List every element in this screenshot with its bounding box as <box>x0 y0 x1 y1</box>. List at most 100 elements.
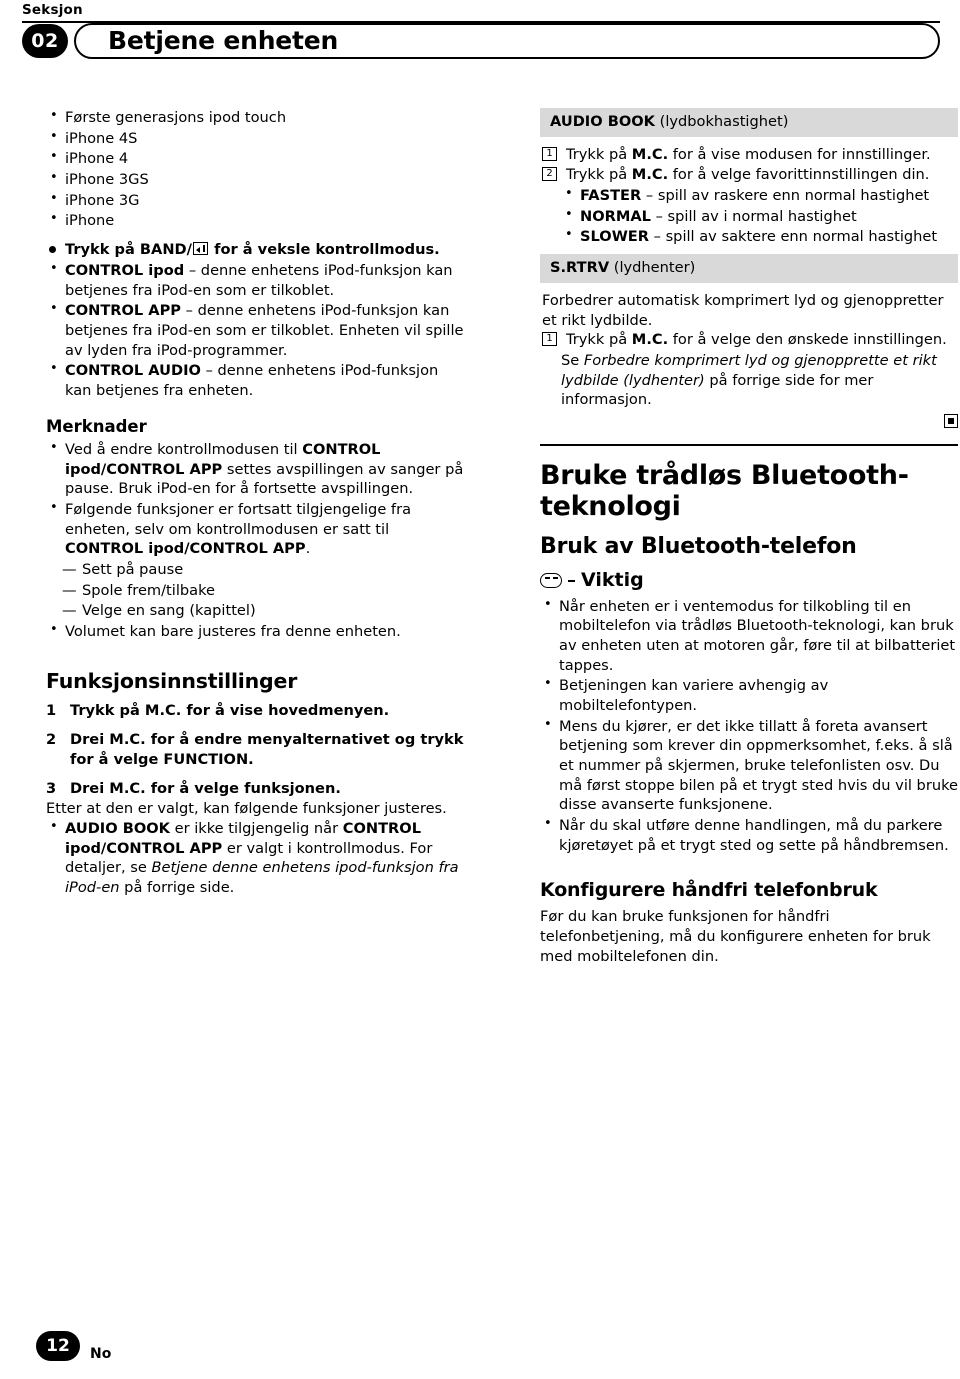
list-item: Betjeningen kan variere avhengig av mobi… <box>540 675 958 715</box>
srtrv-name: S.RTRV <box>550 259 610 277</box>
device-list: Første generasjons ipod touch iPhone 4S … <box>46 107 466 231</box>
page-footer: 12 No <box>0 1309 960 1379</box>
notes-list: Ved å endre kontrollmodusen til CONTROL … <box>46 439 466 559</box>
list-item: CONTROL APP – denne enhetens iPod-funksj… <box>46 300 466 360</box>
step-text-part: for å vise modusen for innstillinger. <box>668 145 931 163</box>
dash-item: Velge en sang (kapittel) <box>46 601 466 621</box>
band-instruction: Trykk på BAND/ for å veksle kontrollmodu… <box>46 240 466 260</box>
config-text: Før du kan bruke funksjonen for håndfri … <box>540 908 931 965</box>
audio-book-step: 2 Trykk på M.C. for å velge favorittinns… <box>542 165 956 185</box>
chapter-number-badge: 02 <box>22 24 68 58</box>
audio-book-name: AUDIO BOOK <box>550 113 655 130</box>
note-part: på forrige side. <box>119 878 235 896</box>
function-settings-heading: Funksjonsinnstillinger <box>46 668 298 693</box>
audio-book-header: AUDIO BOOK (lydbokhastighet) <box>540 108 958 137</box>
viktig-list: Når enheten er i ventemodus for tilkobli… <box>540 596 958 856</box>
srtrv-see-also: Se Forbedre komprimert lyd og gjenoppret… <box>542 351 956 410</box>
list-item: AUDIO BOOK er ikke tilgjengelig når CONT… <box>46 818 466 898</box>
step-item: 2 Drei M.C. for å endre menyalternativet… <box>46 730 466 769</box>
list-item: FASTER – spill av raskere enn normal has… <box>561 185 956 206</box>
list-item: Når enheten er i ventemodus for tilkobli… <box>540 596 958 676</box>
bluetooth-subtitle: Bruk av Bluetooth-telefon <box>540 534 857 560</box>
see-also-part: Se <box>561 351 584 369</box>
option-text: – spill av saktere enn normal hastighet <box>649 228 938 246</box>
step-text-part: for å velge den ønskede innstillingen. <box>668 331 947 349</box>
step-text-part: for å velge favorittinnstillingen din. <box>668 166 930 184</box>
step-number: 3 <box>46 779 57 797</box>
band-instruction-post: for å veksle kontrollmodus. <box>209 241 440 259</box>
list-item: iPhone <box>46 210 466 231</box>
list-item: iPhone 4S <box>46 128 466 149</box>
option-text: – spill av i normal hastighet <box>650 207 857 225</box>
list-item: iPhone 4 <box>46 148 466 169</box>
step-text-part: Trykk på <box>566 331 632 349</box>
viktig-dash-icon <box>568 579 575 582</box>
list-item: CONTROL AUDIO – denne enhetens iPod-funk… <box>46 360 466 400</box>
control-mode-name: CONTROL APP <box>65 302 181 320</box>
step-number: 1 <box>46 702 57 720</box>
step-text: Drei M.C. for å endre menyalternativet o… <box>70 731 464 768</box>
note-part-bold: AUDIO BOOK <box>65 819 170 837</box>
list-item: Når du skal utføre denne handlingen, må … <box>540 815 958 855</box>
option-name: FASTER <box>580 187 642 205</box>
control-mode-list: CONTROL ipod – denne enhetens iPod-funks… <box>46 260 466 401</box>
note-text-part-bold: CONTROL ipod/CONTROL APP <box>65 540 306 558</box>
option-name: NORMAL <box>580 207 651 225</box>
audio-book-body: 1 Trykk på M.C. for å vise modusen for i… <box>540 145 958 247</box>
list-item: Ved å endre kontrollmodusen til CONTROL … <box>46 439 466 499</box>
note-part: er ikke tilgjengelig når <box>169 819 343 837</box>
step-item: 3 Drei M.C. for å velge funksjonen. <box>46 779 466 799</box>
note-text-part: Ved å endre kontrollmodusen til <box>65 440 303 458</box>
notes-heading: Merknader <box>46 416 147 436</box>
list-item: CONTROL ipod – denne enhetens iPod-funks… <box>46 260 466 300</box>
section-end-marker-icon <box>944 413 958 428</box>
list-item: Første generasjons ipod touch <box>46 107 466 128</box>
note-text-part: . <box>305 540 311 558</box>
notes-list-last: Volumet kan bare justeres fra denne enhe… <box>46 621 466 642</box>
dash-item: Spole frem/tilbake <box>46 581 466 601</box>
step-text: Trykk på M.C. for å vise hovedmenyen. <box>70 702 390 720</box>
band-instruction-pre: Trykk på BAND/ <box>65 241 193 259</box>
srtrv-desc: (lydhenter) <box>609 259 696 277</box>
viktig-label: Viktig <box>581 568 644 591</box>
bluetooth-title: Bruke trådløs Bluetooth-teknologi <box>540 459 909 522</box>
list-item: NORMAL – spill av i normal hastighet <box>561 206 956 227</box>
dash-item: Sett på pause <box>46 560 466 580</box>
step-marker: 1 <box>542 332 557 347</box>
list-item: Følgende funksjoner er fortsatt tilgjeng… <box>46 499 466 559</box>
step-number: 2 <box>46 731 57 749</box>
band-eject-icon <box>193 242 209 256</box>
step-text: Drei M.C. for å velge funksjonen. <box>70 779 341 797</box>
audio-book-step: 1 Trykk på M.C. for å vise modusen for i… <box>542 145 956 165</box>
srtrv-intro: Forbedrer automatisk komprimert lyd og g… <box>542 291 944 329</box>
option-text: – spill av raskere enn normal hastighet <box>641 187 930 205</box>
note-text-part: Følgende funksjoner er fortsatt tilgjeng… <box>65 500 412 538</box>
after-steps-text: Etter at den er valgt, kan følgende funk… <box>46 800 447 818</box>
section-end-row <box>540 413 958 434</box>
list-item: Mens du kjører, er det ikke tillatt å fo… <box>540 716 958 815</box>
list-item: iPhone 3G <box>46 190 466 211</box>
audio-book-options: FASTER – spill av raskere enn normal has… <box>542 185 956 247</box>
page-header: Seksjon 02 Betjene enheten <box>0 0 960 80</box>
control-mode-name: CONTROL AUDIO <box>65 362 201 380</box>
viktig-row: Viktig <box>540 568 958 594</box>
step-text-part: Trykk på <box>566 145 632 163</box>
step-text-bold: M.C. <box>631 331 669 349</box>
manual-page: Seksjon 02 Betjene enheten Første genera… <box>0 0 960 1379</box>
footer-language-code: No <box>90 1346 112 1362</box>
section-label: Seksjon <box>22 2 83 18</box>
important-icon <box>540 573 562 589</box>
step-marker: 1 <box>542 146 557 161</box>
list-item: Volumet kan bare justeres fra denne enhe… <box>46 621 466 642</box>
left-column: Første generasjons ipod touch iPhone 4S … <box>46 107 466 899</box>
srtrv-step: 1 Trykk på M.C. for å velge den ønskede … <box>542 330 956 350</box>
band-instruction-list: Trykk på BAND/ for å veksle kontrollmodu… <box>46 240 466 260</box>
srtrv-body: Forbedrer automatisk komprimert lyd og g… <box>540 291 958 410</box>
right-column: AUDIO BOOK (lydbokhastighet) 1 Trykk på … <box>540 108 958 966</box>
chapter-title: Betjene enheten <box>108 26 339 55</box>
option-name: SLOWER <box>580 228 649 246</box>
list-item: iPhone 3GS <box>46 169 466 190</box>
control-mode-name: CONTROL ipod <box>65 261 185 279</box>
step-marker: 2 <box>542 167 557 182</box>
step-text-bold: M.C. <box>631 166 669 184</box>
